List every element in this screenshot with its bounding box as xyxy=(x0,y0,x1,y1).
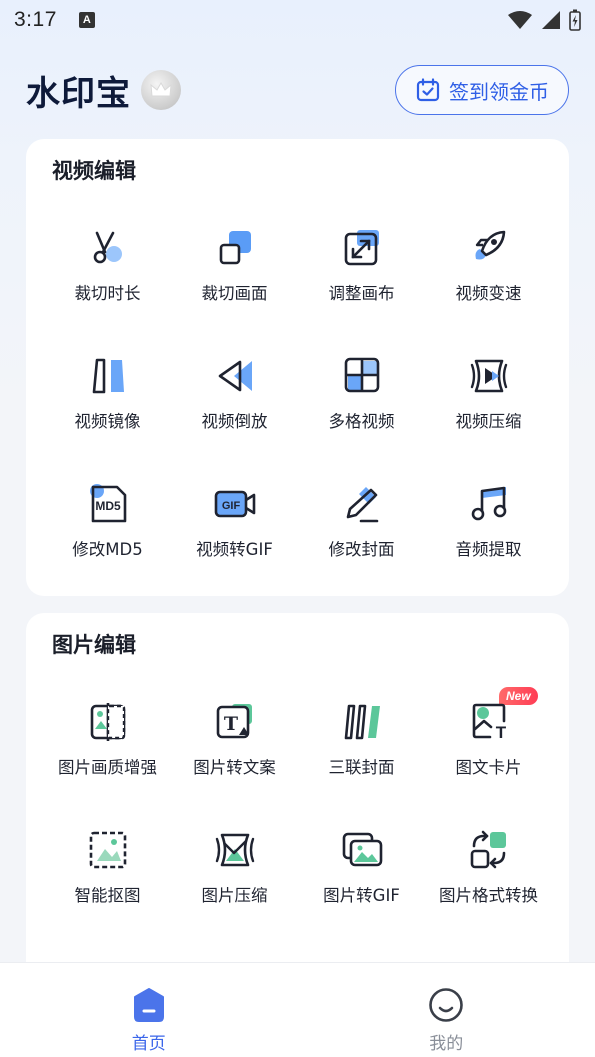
signal-icon xyxy=(542,11,560,29)
video-tools-grid: 裁切时长 裁切画面 调整画布 视频变速 视频镜像 视频倒放 多格视频 视频压缩 … xyxy=(26,211,569,595)
status-icons xyxy=(507,9,581,31)
nav-home[interactable]: 首页 xyxy=(0,963,298,1057)
tool-triptych-cover[interactable]: 三联封面 xyxy=(298,685,425,813)
tool-text-card[interactable]: New T 图文卡片 xyxy=(425,685,552,813)
tool-modify-md5[interactable]: MD5 修改MD5 xyxy=(44,467,171,595)
tool-label: 图片转GIF xyxy=(323,886,400,905)
tool-adjust-canvas[interactable]: 调整画布 xyxy=(298,211,425,339)
image-enhance-icon xyxy=(90,703,125,741)
rocket-icon xyxy=(475,230,505,260)
tool-image-to-gif[interactable]: 图片转GIF xyxy=(298,813,425,941)
tool-smart-cutout[interactable]: 智能抠图 xyxy=(44,813,171,941)
scissors-icon xyxy=(93,231,122,264)
calendar-check-icon xyxy=(416,78,440,102)
crown-icon xyxy=(150,81,172,97)
image-to-text-icon: T xyxy=(216,704,252,739)
nav-label: 我的 xyxy=(429,1034,464,1054)
tool-label: 图片格式转换 xyxy=(439,886,538,905)
smart-cutout-icon xyxy=(89,831,126,869)
app-header: 水印宝 签到领金币 xyxy=(0,62,595,118)
battery-icon xyxy=(569,9,581,31)
section-title: 视频编辑 xyxy=(52,159,136,183)
gif-icon-text: GIF xyxy=(221,500,240,512)
wifi-icon xyxy=(508,11,532,29)
tool-label: 图片转文案 xyxy=(193,758,276,777)
tool-label: 三联封面 xyxy=(328,758,395,777)
format-convert-icon xyxy=(470,830,506,869)
tool-label: 视频变速 xyxy=(455,284,522,303)
tool-label: 修改MD5 xyxy=(72,540,143,559)
tool-video-to-gif[interactable]: GIF 视频转GIF xyxy=(171,467,298,595)
nav-profile[interactable]: 我的 xyxy=(298,963,595,1057)
tool-label: 调整画布 xyxy=(328,284,395,303)
tool-audio-extract[interactable]: 音频提取 xyxy=(425,467,552,595)
md5-icon: MD5 xyxy=(89,484,126,523)
image-edit-card: 图片编辑 图片画质增强 T 图片转文案 三联封面 New T 图文卡片 智能抠图… xyxy=(26,613,569,973)
tool-label: 图文卡片 xyxy=(455,758,522,777)
tool-video-mirror[interactable]: 视频镜像 xyxy=(44,339,171,467)
section-title: 图片编辑 xyxy=(52,633,136,657)
tool-label: 视频镜像 xyxy=(74,412,141,431)
image-tools-grid: 图片画质增强 T 图片转文案 三联封面 New T 图文卡片 智能抠图 图片压缩… xyxy=(26,685,569,941)
tool-label: 视频转GIF xyxy=(196,540,273,559)
tool-label: 图片压缩 xyxy=(201,886,268,905)
tool-label: 智能抠图 xyxy=(74,886,141,905)
tool-image-enhance[interactable]: 图片画质增强 xyxy=(44,685,171,813)
nav-label: 首页 xyxy=(131,1034,166,1054)
image-gif-icon xyxy=(342,832,382,867)
video-gif-icon: GIF xyxy=(214,490,255,518)
tool-label: 视频倒放 xyxy=(201,412,268,431)
notification-a-icon: A xyxy=(78,12,95,28)
tool-video-speed[interactable]: 视频变速 xyxy=(425,211,552,339)
pencil-icon xyxy=(346,487,378,523)
music-note-icon xyxy=(471,486,506,521)
tool-image-format-convert[interactable]: 图片格式转换 xyxy=(425,813,552,941)
grid-video-icon xyxy=(344,357,379,393)
tool-video-compress[interactable]: 视频压缩 xyxy=(425,339,552,467)
text-card-icon: T xyxy=(472,703,506,742)
status-bar: 3:17 A xyxy=(0,0,595,40)
tool-crop-frame[interactable]: 裁切画面 xyxy=(171,211,298,339)
vip-crown-badge[interactable] xyxy=(141,70,181,110)
checkin-button[interactable]: 签到领金币 xyxy=(395,65,569,115)
rewind-icon xyxy=(218,360,252,392)
canvas-resize-icon xyxy=(344,230,379,266)
tool-label: 裁切时长 xyxy=(74,284,141,303)
bottom-nav: 首页 我的 xyxy=(0,962,595,1057)
tool-label: 视频压缩 xyxy=(455,412,522,431)
image-compress-icon xyxy=(215,833,254,867)
home-icon xyxy=(133,988,164,1022)
video-edit-card: 视频编辑 裁切时长 裁切画面 调整画布 视频变速 视频镜像 视频倒放 多格视频 … xyxy=(26,139,569,596)
md5-icon-text: MD5 xyxy=(95,499,121,513)
triptych-icon xyxy=(344,704,380,740)
tool-label: 图片画质增强 xyxy=(58,758,157,777)
text-t-glyph: T xyxy=(495,723,506,742)
tool-trim-duration[interactable]: 裁切时长 xyxy=(44,211,171,339)
tool-label: 音频提取 xyxy=(455,540,522,559)
text-t-glyph: T xyxy=(223,713,237,735)
profile-icon xyxy=(429,988,464,1022)
tool-image-to-text[interactable]: T 图片转文案 xyxy=(171,685,298,813)
app-title: 水印宝 xyxy=(26,73,131,114)
tool-label: 多格视频 xyxy=(328,412,395,431)
status-time: 3:17 xyxy=(14,8,57,31)
tool-label: 修改封面 xyxy=(328,540,395,559)
crop-frame-icon xyxy=(219,231,251,265)
checkin-label: 签到领金币 xyxy=(449,79,549,104)
tool-video-reverse[interactable]: 视频倒放 xyxy=(171,339,298,467)
tool-label: 裁切画面 xyxy=(201,284,268,303)
tool-image-compress[interactable]: 图片压缩 xyxy=(171,813,298,941)
tool-multi-grid-video[interactable]: 多格视频 xyxy=(298,339,425,467)
mirror-icon xyxy=(92,358,124,394)
tool-modify-cover[interactable]: 修改封面 xyxy=(298,467,425,595)
video-compress-icon xyxy=(470,359,507,393)
